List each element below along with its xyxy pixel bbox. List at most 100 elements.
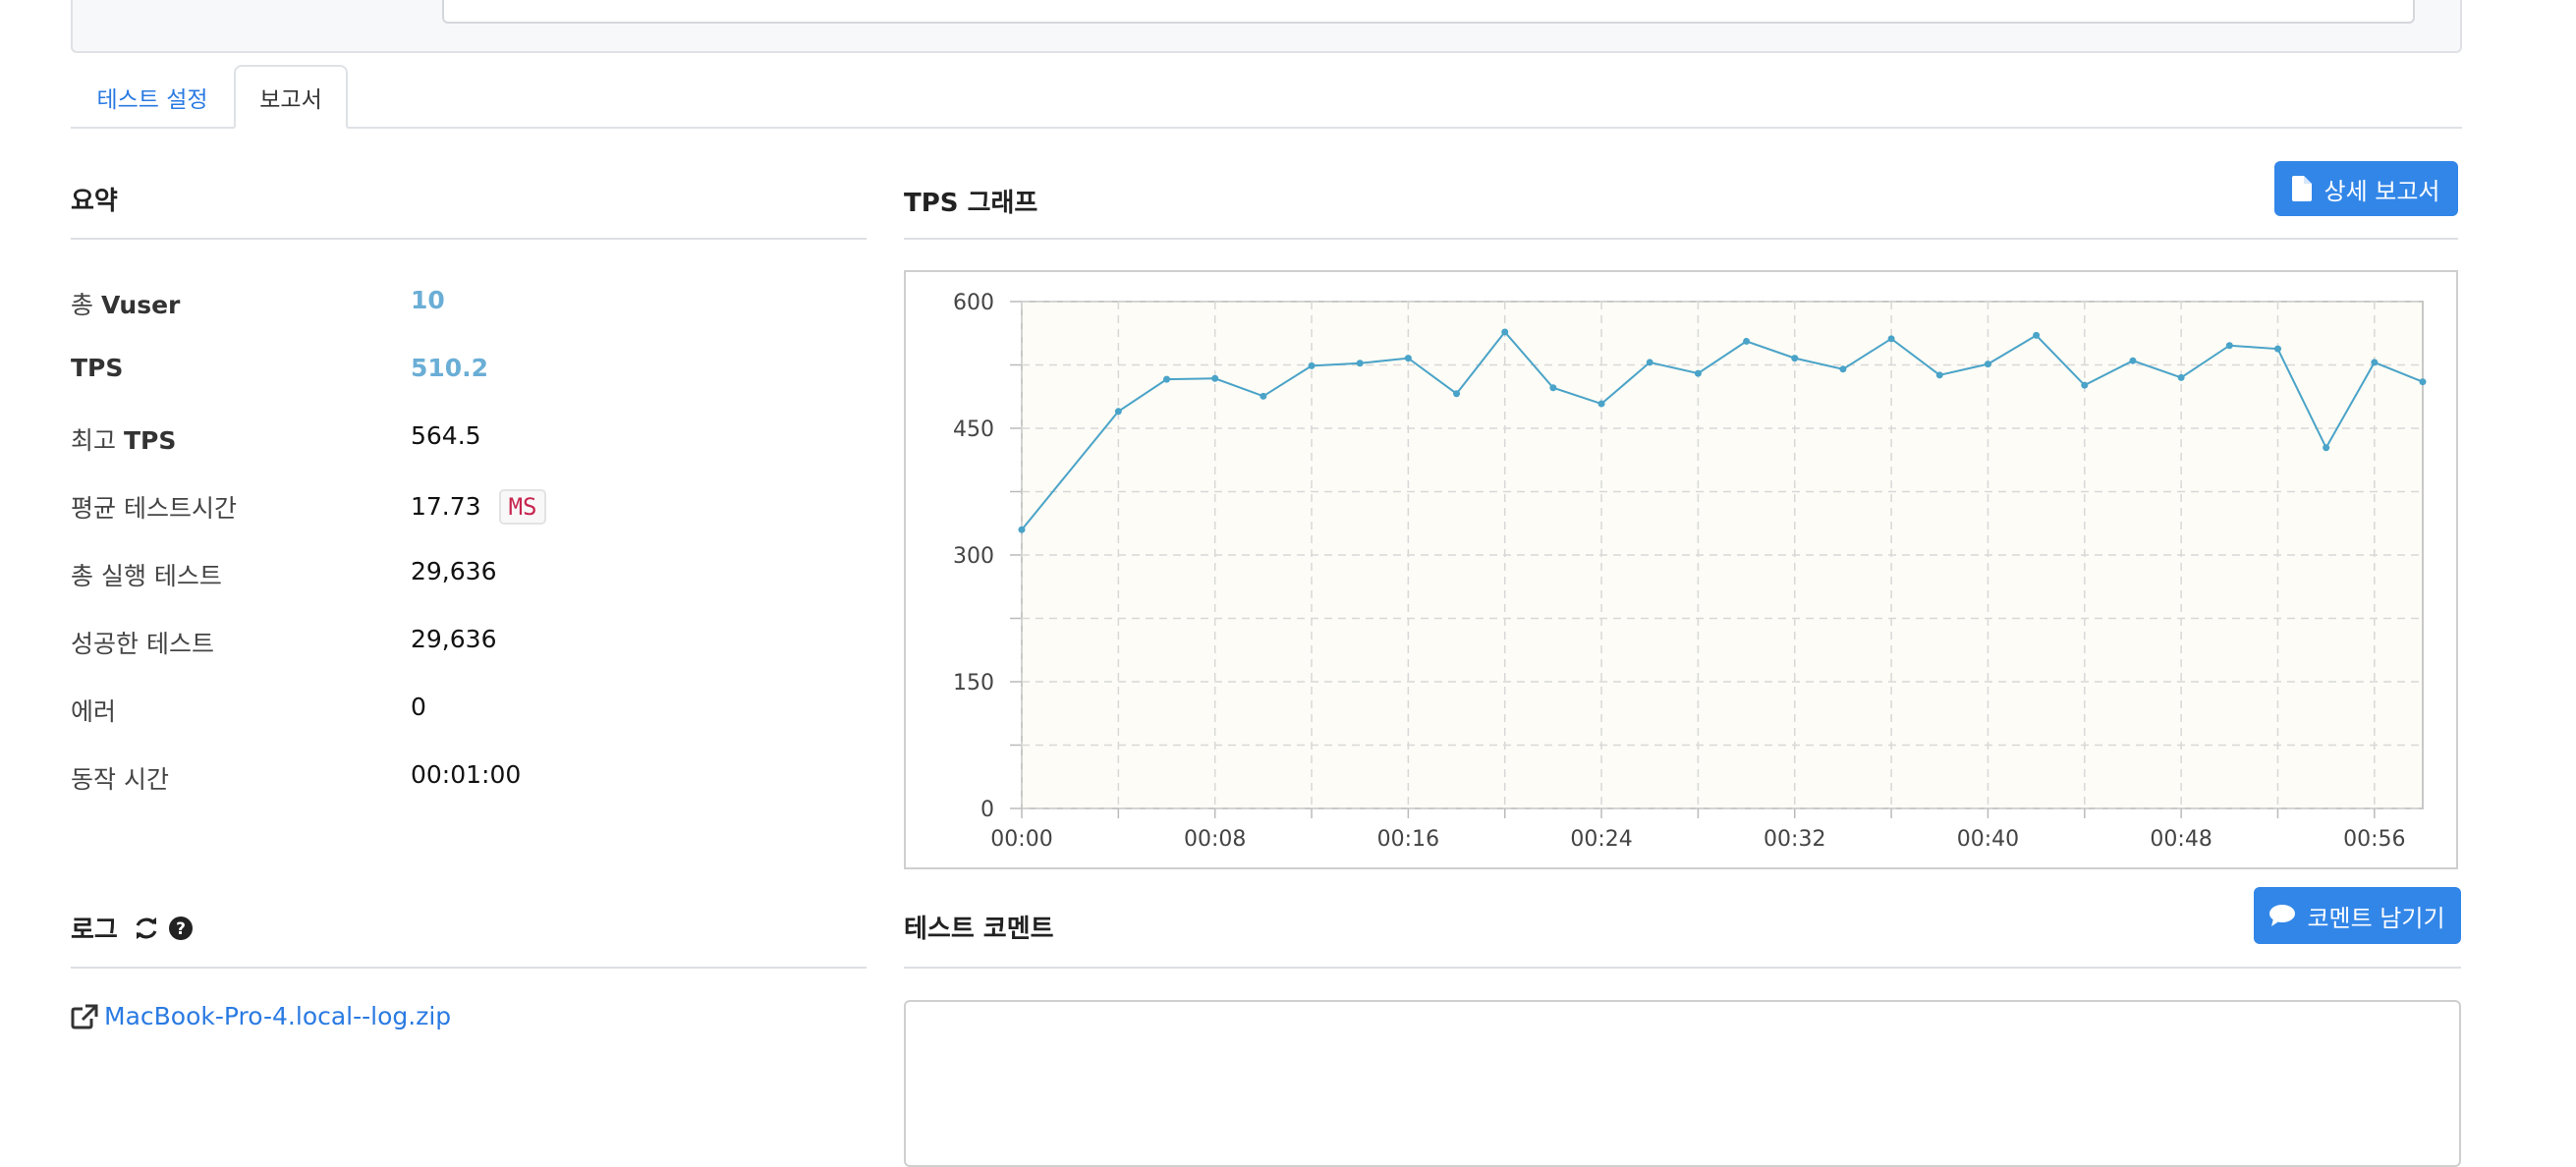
summary-row-value: 17.73 MS [411,489,547,525]
tps-data-point [1935,371,1943,379]
log-file-link[interactable]: MacBook-Pro-4.local--log.zip [71,1002,451,1030]
refresh-icon[interactable] [134,916,159,941]
summary-value-text: 510.2 [411,354,489,382]
unit-badge: MS [498,489,547,525]
summary-row-label: 에러 [71,693,116,728]
y-tick-label: 600 [953,291,994,315]
tps-data-point [1356,360,1364,367]
svg-text:?: ? [176,919,186,939]
y-tick-label: 450 [953,417,994,442]
summary-value-text: 17.73 [411,492,481,521]
tab-report[interactable]: 보고서 [234,65,348,129]
tps-data-point [1597,400,1605,408]
summary-label-bold: TPS [123,426,177,455]
tps-data-point [2177,373,2185,381]
summary-row-label: 동작 시간 [71,760,169,796]
tps-data-point [1260,392,1267,400]
summary-row-label: 총 실행 테스트 [71,557,222,592]
tps-data-point [2323,444,2330,452]
summary-value-text: 29,636 [411,625,497,653]
comment-icon [2269,905,2296,926]
tps-data-point [1404,355,1412,362]
tps-data-point [1743,337,1751,345]
summary-row-label: 최고 TPS [71,421,176,457]
tab-divider [71,127,2462,129]
leave-comment-label: 코멘트 남기기 [2307,904,2445,932]
tps-data-point [1501,328,1509,336]
summary-title: 요약 [71,187,118,216]
log-divider [71,967,867,969]
leave-comment-button[interactable]: 코멘트 남기기 [2254,887,2461,944]
summary-divider [71,238,867,240]
y-tick-label: 150 [953,671,994,695]
tps-data-point [2129,357,2137,364]
tps-data-point [1163,375,1171,383]
summary-value-text: 564.5 [411,421,481,450]
x-tick-label: 00:40 [1957,827,2019,852]
config-input[interactable] [442,0,2415,24]
summary-row-value: 10 [411,286,445,314]
summary-row-value: 00:01:00 [411,760,521,789]
summary-value-text: 10 [411,286,445,314]
summary-row-value: 29,636 [411,625,496,653]
tps-data-point [1211,374,1219,382]
summary-value-text: 0 [411,693,426,721]
summary-row-label: 성공한 테스트 [71,625,214,660]
log-file-name[interactable]: MacBook-Pro-4.local--log.zip [104,1002,451,1030]
summary-label-text: 평균 테스트시간 [71,494,237,523]
external-link-icon [71,1004,98,1028]
detail-report-button[interactable]: 상세 보고서 [2274,161,2458,216]
tps-data-point [2419,378,2427,386]
summary-label-text: 동작 시간 [71,765,169,794]
x-tick-label: 00:08 [1184,827,1246,852]
tps-chart: 0 150 300 450 600 00:00 00:08 00:16 00:24 00:32 00… [904,270,2458,869]
summary-row-label: 평균 테스트시간 [71,489,237,525]
tps-data-point [2225,342,2233,350]
log-header: 로그 ? [71,910,193,946]
summary-label-bold: TPS [71,354,124,382]
summary-row-value: 29,636 [411,557,496,585]
tps-data-point [1453,390,1461,398]
summary-label-text: 총 실행 테스트 [71,562,222,590]
x-tick-label: 00:00 [990,827,1052,852]
tps-data-point [2033,331,2041,339]
summary-label-text: 총 [71,291,101,319]
tps-data-point [1791,355,1799,362]
summary-value-text: 00:01:00 [411,760,522,789]
detail-report-label: 상세 보고서 [2324,177,2440,205]
x-tick-label: 00:16 [1377,827,1439,852]
summary-row-value: 564.5 [411,421,481,450]
summary-label-text: 성공한 테스트 [71,630,214,658]
y-tick-label: 0 [980,798,994,822]
tps-data-point [1114,408,1122,416]
summary-row-label: 총 Vuser [71,286,180,321]
tps-data-point [1549,384,1557,392]
x-tick-label: 00:32 [1764,827,1825,852]
x-tick-label: 00:24 [1570,827,1632,852]
tps-data-point [1646,359,1653,366]
tps-data-point [2273,345,2281,353]
x-tick-label: 00:56 [2343,827,2405,852]
tab-test-settings[interactable]: 테스트 설정 [71,65,234,129]
tps-data-point [1694,369,1702,377]
tps-graph-title: TPS 그래프 [904,189,1038,218]
file-icon [2292,176,2313,201]
tps-data-point [1984,361,1991,368]
log-title: 로그 [71,916,118,945]
summary-value-text: 29,636 [411,557,497,585]
tps-chart-svg: 0 150 300 450 600 00:00 00:08 00:16 00:24 00:32 00… [953,291,2427,852]
summary-label-text: 최고 [71,426,124,455]
tps-divider [904,238,2458,240]
test-comment-title: 테스트 코멘트 [904,915,1054,944]
summary-row-value: 0 [411,693,426,721]
y-tick-label: 300 [953,544,994,569]
tps-data-point [1839,365,1847,373]
comment-textarea[interactable] [904,1000,2461,1167]
summary-row-value: 510.2 [411,354,488,382]
tps-data-point [2081,381,2089,389]
tps-data-point [1308,361,1316,369]
comment-divider [904,967,2461,969]
question-circle-icon[interactable]: ? [168,916,193,940]
summary-row-label: TPS [71,354,123,382]
x-tick-label: 00:48 [2150,827,2212,852]
